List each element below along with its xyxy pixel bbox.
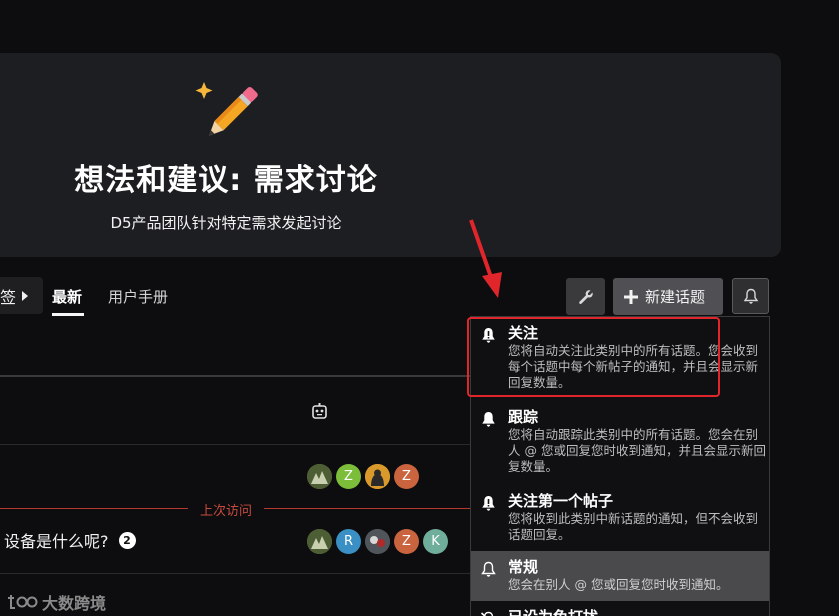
nav-latest-tab[interactable]: 最新 — [52, 286, 82, 307]
tk-logo-icon — [8, 595, 38, 609]
avatar[interactable]: R — [336, 529, 361, 554]
avatar[interactable] — [365, 529, 390, 554]
topic-participants: R Z K — [307, 529, 448, 554]
menu-item-desc: 您将收到此类别中新话题的通知，但不会收到话题回复。 — [508, 511, 759, 542]
nav-user-manual-tab[interactable]: 用户手册 — [108, 286, 168, 307]
tags-dropdown-label: 签 — [0, 287, 17, 307]
menu-item-title: 关注第一个帖子 — [508, 492, 614, 510]
bell-icon — [482, 412, 495, 427]
avatar[interactable] — [365, 464, 390, 489]
last-visit-line-right — [264, 508, 471, 509]
unread-count-badge[interactable]: 2 — [118, 531, 136, 549]
topic-participants: Z Z — [307, 464, 419, 489]
avatar[interactable]: K — [423, 529, 448, 554]
category-settings-button[interactable] — [566, 278, 605, 315]
avatar[interactable] — [307, 529, 332, 554]
menu-item-title: 常规 — [508, 558, 539, 576]
bell-exclamation-icon — [482, 496, 495, 511]
pencil-sparkle-icon — [195, 82, 258, 136]
topic-title-text: 设备是什么呢? — [4, 532, 109, 551]
menu-item-watching-first-post[interactable]: 关注第一个帖子 您将收到此类别中新话题的通知，但不会收到话题回复。 — [471, 491, 769, 551]
tags-dropdown[interactable]: 签 — [0, 277, 43, 314]
row-divider — [0, 444, 471, 445]
robot-icon — [312, 403, 327, 419]
bell-outline-icon — [481, 561, 496, 577]
menu-item-regular[interactable]: 常规 您会在别人 @ 您或回复您时收到通知。 — [471, 551, 769, 601]
active-tab-underline — [52, 313, 84, 316]
page-subtitle: D5产品团队针对特定需求发起讨论 — [110, 214, 342, 232]
watermark: 大数跨境 — [6, 590, 106, 614]
highlight-box — [467, 317, 720, 397]
menu-item-muted[interactable]: 已设为免打扰 — [471, 607, 769, 616]
table-header-divider — [0, 375, 471, 377]
menu-item-desc: 您将自动跟踪此类别中的所有话题。您会在别人 @ 您或回复您时收到通知，并且会显示… — [508, 427, 766, 474]
avatar[interactable]: Z — [394, 464, 419, 489]
bell-outline-icon — [743, 288, 758, 304]
topic-link[interactable]: 设备是什么呢? 2 — [4, 528, 136, 552]
page-title: 想法和建议: 需求讨论 — [74, 163, 378, 198]
avatar[interactable] — [307, 464, 332, 489]
new-topic-button[interactable]: 新建话题 — [613, 278, 723, 315]
wrench-icon — [578, 289, 593, 304]
avatar[interactable]: Z — [394, 529, 419, 554]
row-divider — [0, 573, 471, 574]
last-visit-marker: 上次访问 — [199, 504, 252, 519]
menu-item-desc: 您会在别人 @ 您或回复您时收到通知。 — [508, 577, 729, 592]
notification-level-button[interactable] — [732, 278, 769, 314]
new-topic-label: 新建话题 — [645, 288, 706, 306]
menu-item-title: 跟踪 — [508, 408, 539, 426]
menu-item-tracking[interactable]: 跟踪 您将自动跟踪此类别中的所有话题。您会在别人 @ 您或回复您时收到通知，并且… — [471, 407, 769, 479]
avatar[interactable]: Z — [336, 464, 361, 489]
plus-icon — [624, 289, 638, 304]
watermark-text: 大数跨境 — [42, 594, 107, 613]
red-arrow-annotation — [469, 219, 502, 298]
caret-right-icon — [22, 290, 29, 301]
bell-slash-icon — [480, 611, 494, 616]
last-visit-line-left — [0, 508, 188, 509]
menu-item-title: 已设为免打扰 — [508, 607, 769, 616]
